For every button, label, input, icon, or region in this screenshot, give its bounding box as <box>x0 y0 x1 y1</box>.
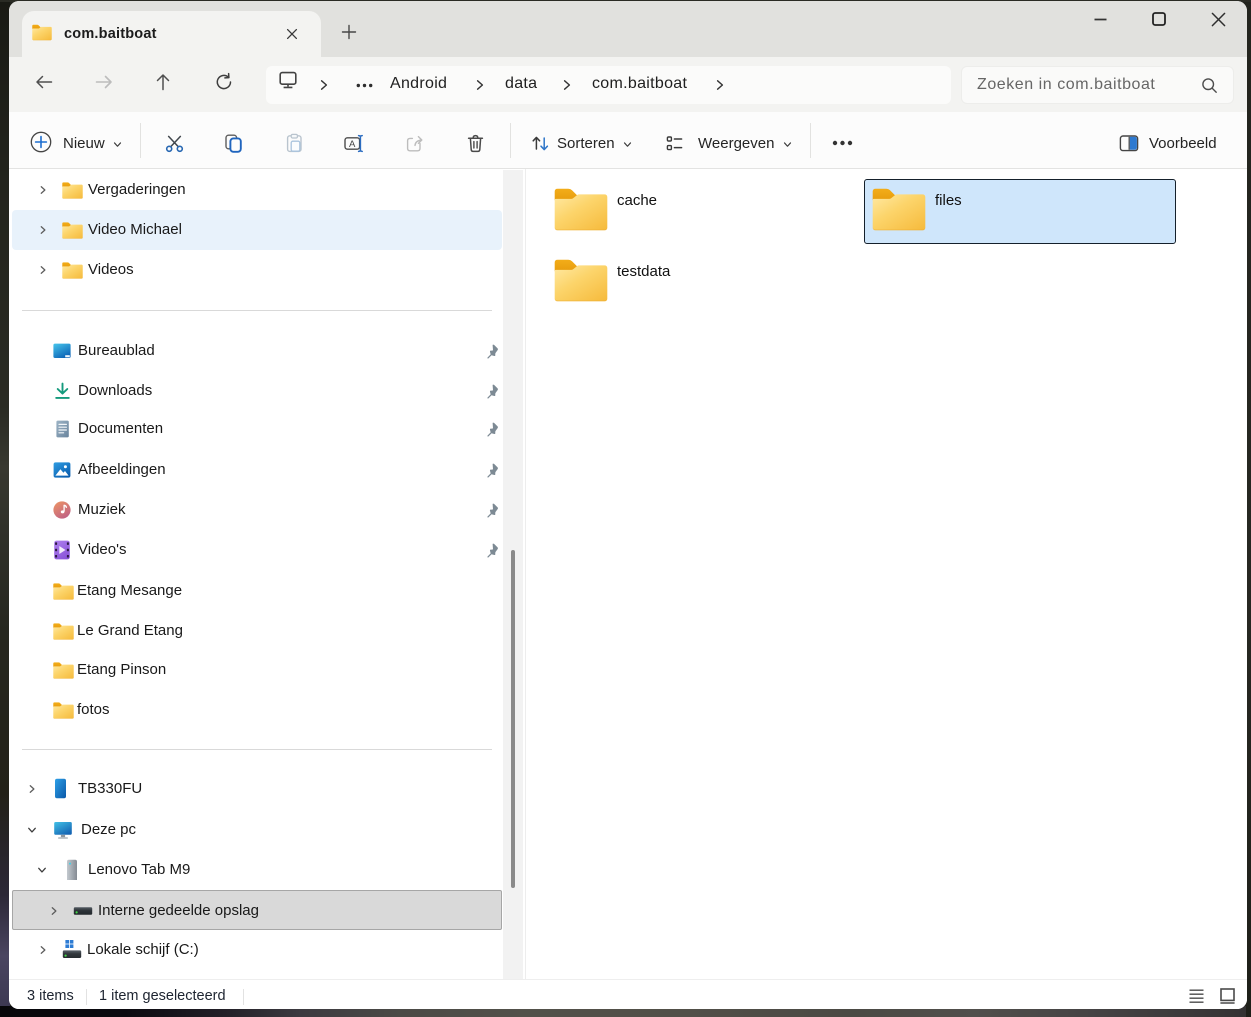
svg-text:A: A <box>349 139 356 150</box>
